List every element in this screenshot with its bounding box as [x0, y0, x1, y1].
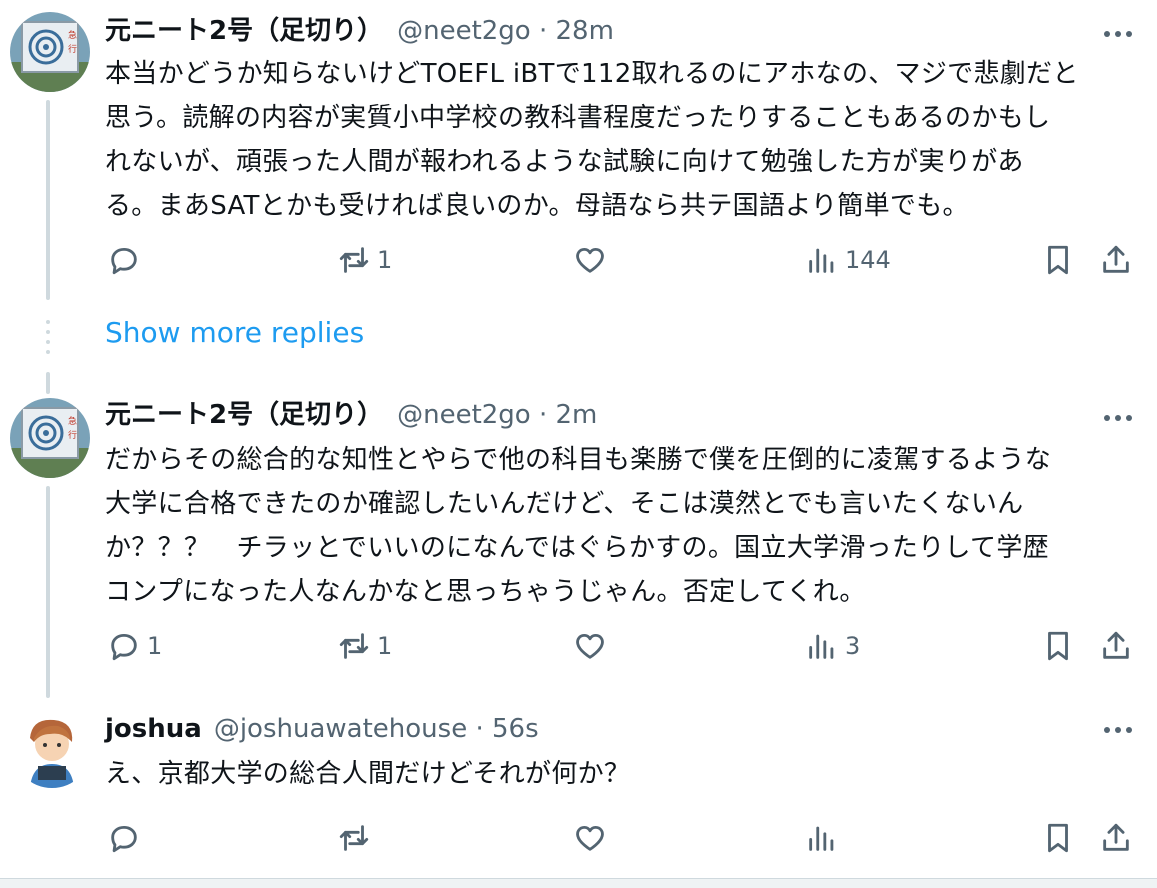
reply-button[interactable] [107, 240, 147, 280]
svg-text:急: 急 [68, 415, 77, 427]
tweet-line: れないが、頑張った人間が報われるような試験に向けて勉強した方が実りがあ [105, 147, 1024, 177]
tweet-header: joshua @joshuawatehouse · 56s [105, 712, 539, 746]
retweet-icon [339, 633, 369, 659]
retweet-icon [339, 247, 369, 273]
avatar[interactable]: 急 行 [10, 398, 90, 478]
tweet-line: コンプになった人なんかなと思っちゃうじゃん。否定してくれ。 [105, 577, 866, 607]
tweet-header: 元ニート2号（足切り） @neet2go · 28m [105, 14, 614, 48]
timestamp[interactable]: · 2m [531, 400, 597, 430]
more-button[interactable] [1098, 408, 1138, 428]
tweet-text: だからその総合的な知性とやらで他の科目も楽勝で僕を圧倒的に凌駕するような 大学に… [105, 438, 1125, 614]
like-icon [576, 633, 604, 659]
reply-icon [111, 247, 137, 275]
timestamp[interactable]: · 28m [531, 16, 614, 46]
like-icon [576, 825, 604, 851]
share-button[interactable] [1099, 240, 1133, 280]
views-icon [809, 248, 834, 273]
bookmark-button[interactable] [1041, 240, 1075, 280]
retweet-count: 1 [377, 246, 393, 274]
display-name[interactable]: 元ニート2号（足切り） [105, 16, 383, 46]
reply-count: 1 [147, 632, 163, 660]
share-button[interactable] [1099, 818, 1133, 858]
avatar[interactable] [12, 708, 92, 788]
like-button[interactable] [573, 818, 607, 858]
tweet-line: る。まあSATとかも受ければ良いのか。母語なら共テ国語より簡単でも。 [105, 191, 969, 221]
like-button[interactable] [573, 626, 613, 666]
thread-line [46, 100, 50, 300]
more-icon [1104, 727, 1132, 733]
share-icon [1103, 245, 1129, 273]
handle[interactable]: @neet2go [397, 16, 531, 46]
tweet-line: え、京都大学の総合人間だけどそれが何か？ [105, 759, 631, 789]
tweet-line: 本当かどうか知らないけどTOEFL iBTで112取れるのにアホなの、マジで悲劇… [105, 59, 1079, 89]
views-button[interactable]: 144 [805, 240, 891, 280]
more-button[interactable] [1098, 24, 1138, 44]
views-button[interactable]: 3 [805, 626, 860, 666]
tweet-line: 大学に合格できたのか確認したいんだけど、そこは漠然とでも言いたくないん [105, 489, 1024, 519]
display-name[interactable]: joshua [105, 714, 202, 744]
tweet-actions [105, 818, 1145, 858]
views-icon [809, 634, 834, 659]
retweet-button[interactable]: 1 [337, 626, 392, 666]
bookmark-button[interactable] [1041, 818, 1075, 858]
handle[interactable]: @joshuawatehouse [214, 714, 467, 744]
thread-line [46, 486, 50, 698]
bookmark-icon [1048, 245, 1068, 275]
share-button[interactable] [1099, 626, 1133, 666]
tweet-actions: 1 144 [105, 240, 1145, 280]
like-icon [576, 247, 604, 273]
views-button[interactable] [805, 818, 839, 858]
retweet-icon [339, 825, 369, 851]
more-button[interactable] [1098, 720, 1138, 740]
like-button[interactable] [573, 240, 613, 280]
reply-icon [111, 633, 137, 661]
retweet-count: 1 [377, 632, 393, 660]
views-icon [809, 826, 834, 851]
thread-line [46, 372, 50, 394]
tweet-text: え、京都大学の総合人間だけどそれが何か？ [105, 752, 1125, 796]
reply-button[interactable]: 1 [107, 626, 162, 666]
bookmark-icon [1048, 823, 1068, 853]
view-count: 3 [845, 632, 861, 660]
thread-gap-dots [46, 320, 50, 360]
more-icon [1104, 415, 1132, 421]
retweet-button[interactable] [337, 818, 371, 858]
retweet-button[interactable]: 1 [337, 240, 392, 280]
bookmark-icon [1048, 631, 1068, 661]
bookmark-button[interactable] [1041, 626, 1075, 666]
tweet-actions: 1 1 3 [105, 626, 1145, 666]
handle[interactable]: @neet2go [397, 400, 531, 430]
svg-text:急: 急 [68, 29, 77, 41]
tweet-line: だからその総合的な知性とやらで他の科目も楽勝で僕を圧倒的に凌駕するような [105, 445, 1052, 475]
avatar[interactable]: 急 行 [10, 12, 90, 92]
tweet-line: 思う。読解の内容が実質小中学校の教科書程度だったりすることもあるのかもし [105, 103, 1051, 133]
more-icon [1104, 31, 1132, 37]
show-more-replies-link[interactable]: Show more replies [105, 316, 364, 349]
svg-text:行: 行 [68, 429, 77, 441]
svg-text:行: 行 [68, 43, 77, 55]
display-name[interactable]: 元ニート2号（足切り） [105, 400, 383, 430]
tweet-header: 元ニート2号（足切り） @neet2go · 2m [105, 398, 597, 432]
share-icon [1103, 823, 1129, 851]
share-icon [1103, 631, 1129, 659]
view-count: 144 [845, 246, 891, 274]
reply-button[interactable] [107, 818, 141, 858]
timestamp[interactable]: · 56s [467, 714, 538, 744]
tweet-text: 本当かどうか知らないけどTOEFL iBTで112取れるのにアホなの、マジで悲劇… [105, 52, 1125, 228]
tweet-line: か？？？ チラッとでいいのになんではぐらかすの。国立大学滑ったりして学歴 [105, 533, 1049, 563]
reply-icon [111, 825, 137, 853]
